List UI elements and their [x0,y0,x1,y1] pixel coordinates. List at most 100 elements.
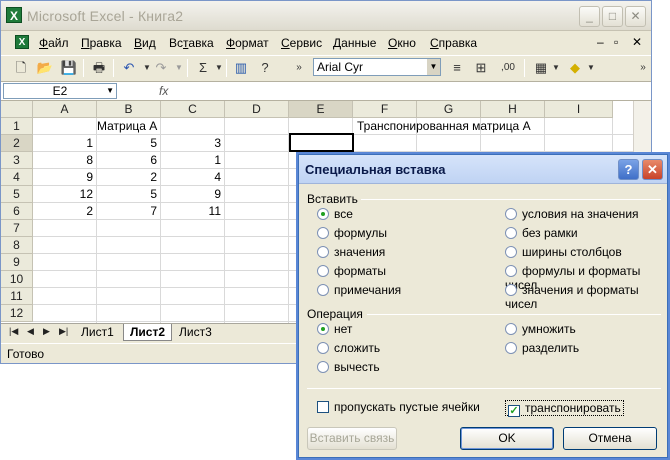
cell-C4[interactable]: 4 [161,169,225,186]
maximize-button[interactable]: □ [602,6,623,27]
menu-format[interactable]: Формат [226,36,269,50]
row-header-12[interactable]: 12 [1,305,33,322]
operation-right-radio-0[interactable]: умножить [505,322,576,338]
radio-button-icon[interactable] [505,323,517,335]
cell-A2[interactable]: 1 [33,135,97,152]
column-header-H[interactable]: H [481,101,545,118]
print-icon[interactable]: 🖶 [89,58,109,78]
prev-sheet-icon[interactable]: ◀ [27,326,34,337]
menu-data[interactable]: Данные [333,36,376,50]
cell-B4[interactable]: 2 [97,169,161,186]
row-header-6[interactable]: 6 [1,203,33,220]
radio-button-icon[interactable] [317,284,329,296]
sheet-tab-3[interactable]: Лист3 [173,324,218,341]
doc-close-button[interactable]: ✕ [632,35,642,49]
name-box[interactable]: E2 ▼ [3,83,117,99]
column-header-A[interactable]: A [33,101,97,118]
cell-C6[interactable]: 11 [161,203,225,220]
menu-file[interactable]: Файл [39,36,69,50]
radio-button-icon[interactable] [505,246,517,258]
cancel-button[interactable]: Отмена [563,427,657,450]
align-center-icon[interactable]: ≡ [447,58,467,78]
row-header-4[interactable]: 4 [1,169,33,186]
operation-radio-1[interactable]: сложить [317,341,380,357]
paste-right-radio-2[interactable]: ширины столбцов [505,245,622,261]
paste-right-radio-1[interactable]: без рамки [505,226,578,242]
cell-A3[interactable]: 8 [33,152,97,169]
paste-radio-1[interactable]: формулы [317,226,387,242]
menu-insert[interactable]: Вставка [169,36,214,50]
toolbar-more-icon[interactable]: » [633,58,653,78]
dialog-help-button[interactable]: ? [618,159,639,180]
toolbar-options-icon[interactable]: » [289,58,309,78]
paste-radio-0[interactable]: все [317,207,353,223]
paste-radio-2[interactable]: значения [317,245,385,261]
row-header-10[interactable]: 10 [1,271,33,288]
operation-radio-2[interactable]: вычесть [317,360,380,376]
radio-button-icon[interactable] [317,227,329,239]
transpose-checkbox[interactable]: ✓ транспонировать [505,400,624,417]
cell-F1-title[interactable]: Транспонированная матрица А [357,118,531,135]
cell-B6[interactable]: 7 [97,203,161,220]
fill-color-dropdown-icon[interactable]: ▼ [581,58,601,78]
operation-radio-0[interactable]: нет [317,322,352,338]
cell-C2[interactable]: 3 [161,135,225,152]
new-document-icon[interactable]: 🗋 [11,58,31,78]
sheet-tab-2-active[interactable]: Лист2 [123,324,173,341]
radio-button-icon[interactable] [317,246,329,258]
merge-center-icon[interactable]: ⊞ [471,58,491,78]
first-sheet-icon[interactable]: |◀ [9,326,18,337]
row-header-7[interactable]: 7 [1,220,33,237]
row-header-5[interactable]: 5 [1,186,33,203]
row-header-11[interactable]: 11 [1,288,33,305]
font-dropdown-icon[interactable]: ▼ [427,59,440,75]
workbook-icon[interactable]: X [15,35,29,49]
select-all-corner[interactable] [1,101,33,118]
formula-input[interactable] [179,83,629,100]
name-box-dropdown-icon[interactable]: ▼ [106,84,114,98]
radio-button-icon[interactable] [505,284,517,296]
row-header-9[interactable]: 9 [1,254,33,271]
active-cell-E2[interactable] [289,133,354,152]
cell-B2[interactable]: 5 [97,135,161,152]
row-header-1[interactable]: 1 [1,118,33,135]
radio-button-icon[interactable] [505,208,517,220]
undo-icon[interactable]: ↶ [119,58,139,78]
menu-edit[interactable]: Правка [81,36,122,50]
save-disk-icon[interactable]: 💾 [59,58,79,78]
menu-tools[interactable]: Сервис [281,36,322,50]
borders-dropdown-icon[interactable]: ▼ [546,58,566,78]
skip-blanks-box[interactable] [317,401,329,413]
radio-button-icon[interactable] [505,227,517,239]
cell-B1-title[interactable]: Матрица А [97,118,157,135]
cell-A6[interactable]: 2 [33,203,97,220]
doc-minimize-button[interactable]: – [597,35,604,49]
column-header-C[interactable]: C [161,101,225,118]
column-header-D[interactable]: D [225,101,289,118]
paste-radio-3[interactable]: форматы [317,264,386,280]
doc-restore-button[interactable]: ▫ [614,35,618,49]
last-sheet-icon[interactable]: ▶| [59,326,68,337]
column-header-G[interactable]: G [417,101,481,118]
radio-button-icon[interactable] [317,361,329,373]
chart-wizard-icon[interactable]: ▥ [231,58,251,78]
help-icon[interactable]: ? [255,58,275,78]
column-header-I[interactable]: I [545,101,613,118]
redo-icon[interactable]: ↷ [151,58,171,78]
paste-radio-4[interactable]: примечания [317,283,401,299]
menu-window[interactable]: Окно [388,36,416,50]
fx-icon[interactable]: fx [159,84,168,98]
row-header-8[interactable]: 8 [1,237,33,254]
font-name-select[interactable]: Arial Cyr ▼ [313,58,441,76]
radio-button-icon[interactable] [505,265,517,277]
radio-button-icon[interactable] [317,323,329,335]
sheet-tab-1[interactable]: Лист1 [75,324,120,341]
paste-right-radio-3[interactable]: формулы и форматы чисел [505,264,667,292]
next-sheet-icon[interactable]: ▶ [43,326,50,337]
column-header-E[interactable]: E [289,101,353,118]
column-header-F[interactable]: F [353,101,417,118]
close-button[interactable]: ✕ [625,6,646,27]
menu-help[interactable]: Справка [430,36,477,50]
row-header-3[interactable]: 3 [1,152,33,169]
cell-A4[interactable]: 9 [33,169,97,186]
